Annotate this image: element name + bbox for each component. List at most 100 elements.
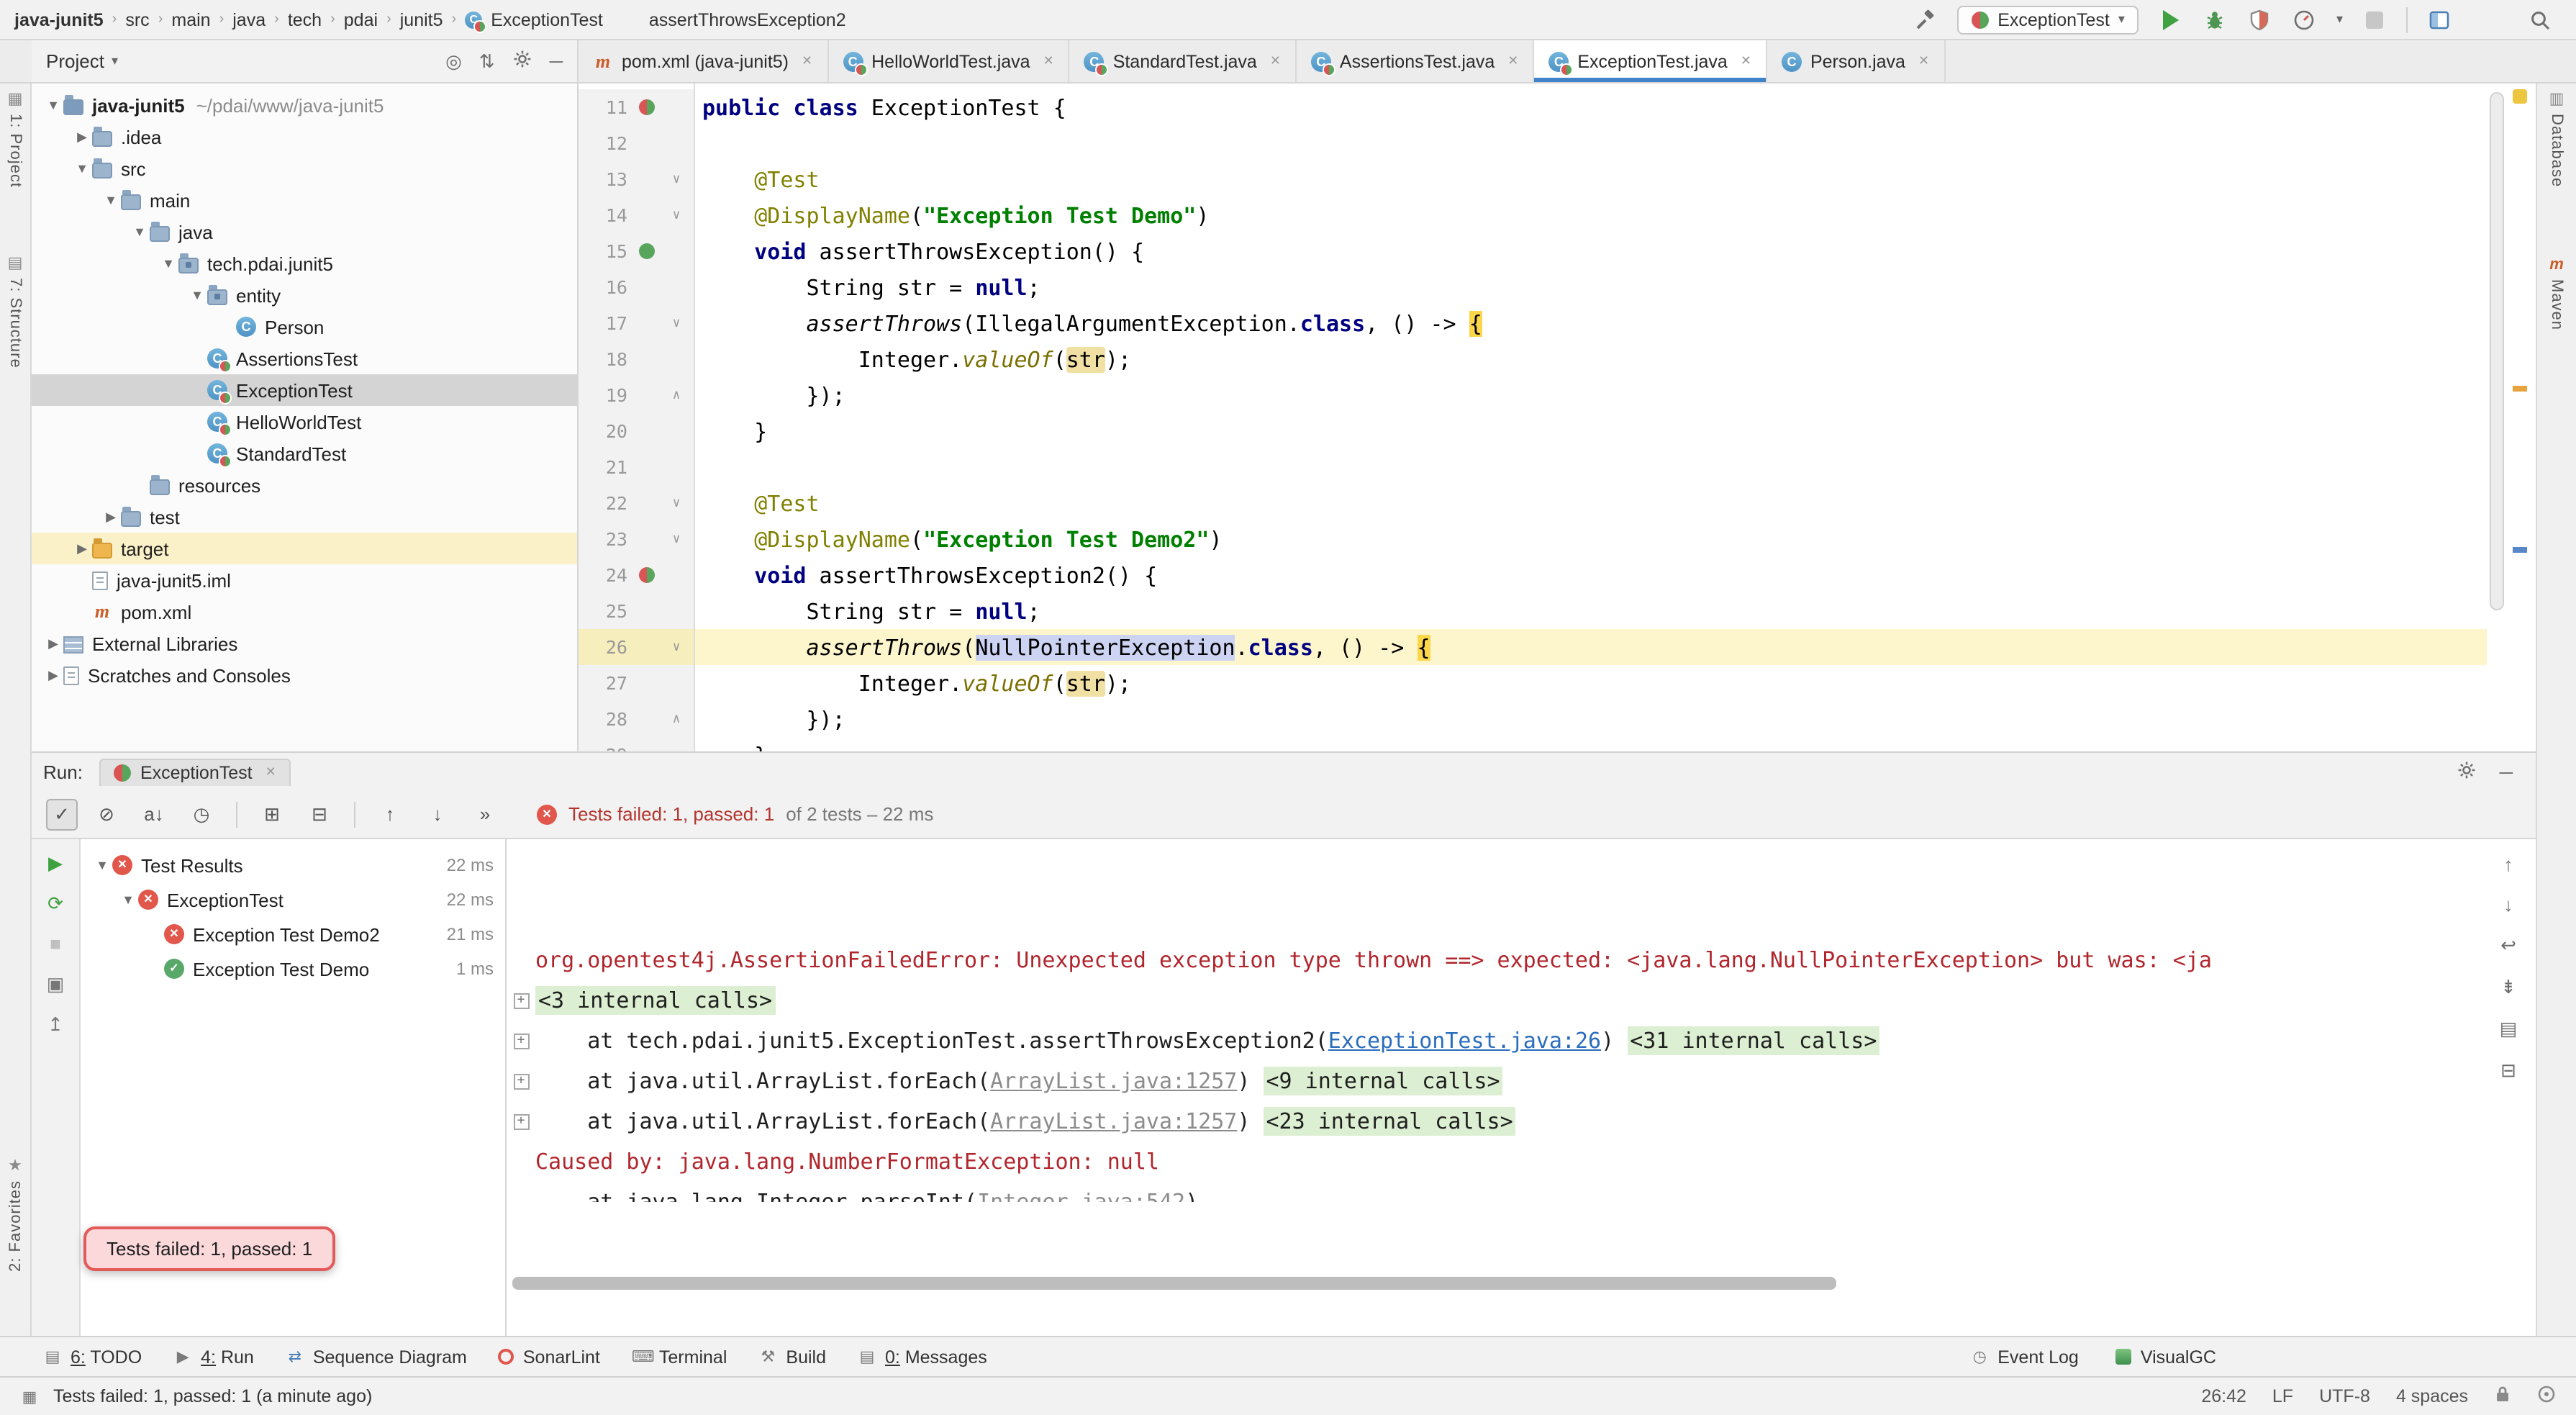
- soft-wrap-button[interactable]: ↩: [2500, 934, 2516, 957]
- editor-tab[interactable]: CAssertionsTest.java✕: [1297, 40, 1534, 82]
- test-console[interactable]: org.opentest4j.AssertionFailedError: Une…: [507, 839, 2481, 1337]
- expand-fold-icon[interactable]: +: [513, 1113, 529, 1129]
- settings-button[interactable]: [512, 49, 532, 73]
- rerun-failed-tests-button[interactable]: ⟳: [47, 894, 63, 913]
- test-history-button[interactable]: ▣: [47, 975, 65, 993]
- project-tree-item[interactable]: ▶.idea: [32, 121, 577, 153]
- project-tree-item[interactable]: ▶Scratches and Consoles: [32, 659, 577, 691]
- profiler-button[interactable]: [2292, 6, 2318, 32]
- breadcrumb-item[interactable]: pdai: [344, 9, 378, 30]
- breadcrumb-item[interactable]: main: [171, 9, 210, 30]
- rerun-tests-button[interactable]: ▶: [48, 854, 63, 872]
- print-button[interactable]: ▤: [2500, 1018, 2518, 1041]
- close-icon[interactable]: ✕: [1507, 53, 1518, 69]
- project-tree-item[interactable]: resources: [32, 469, 577, 501]
- info-stripe-mark[interactable]: [2513, 547, 2527, 553]
- folded-calls[interactable]: <23 internal calls>: [1263, 1107, 1515, 1136]
- close-icon[interactable]: ✕: [1741, 53, 1751, 69]
- close-icon[interactable]: ✕: [802, 53, 812, 69]
- warning-stripe-mark[interactable]: [2513, 386, 2527, 392]
- stacktrace-link[interactable]: ArrayList.java:1257: [990, 1068, 1237, 1094]
- toolwindow-button-visualgc[interactable]: VisualGC: [2116, 1347, 2216, 1367]
- toolwindow-button-build[interactable]: ⚒Build: [758, 1347, 826, 1367]
- toolwindow-button-sonarlint[interactable]: SonarLint: [499, 1347, 600, 1367]
- more-actions-button[interactable]: »: [466, 798, 504, 830]
- caret-position[interactable]: 26:42: [2201, 1386, 2246, 1406]
- toolwindow-button-0-messages[interactable]: ▤0: Messages: [858, 1347, 987, 1367]
- chevron-right-icon[interactable]: ▶: [43, 667, 63, 683]
- scroll-to-end-button[interactable]: ⇟: [2500, 976, 2516, 999]
- fold-collapse-icon[interactable]: ∨: [673, 640, 681, 654]
- run-settings-button[interactable]: [2457, 759, 2477, 784]
- toolstripe-maven[interactable]: m Maven: [2537, 256, 2576, 335]
- project-tree-item[interactable]: ▶test: [32, 501, 577, 533]
- toolstripe-favorites[interactable]: ★ 2: Favorites: [0, 1156, 30, 1276]
- toolstripe-database[interactable]: ▥ Database: [2537, 89, 2576, 191]
- chevron-right-icon[interactable]: ▶: [43, 636, 63, 651]
- fold-collapse-icon[interactable]: ∨: [673, 496, 681, 510]
- stacktrace-link[interactable]: ArrayList.java:1257: [990, 1108, 1237, 1134]
- indent-setting[interactable]: 4 spaces: [2396, 1386, 2468, 1406]
- sort-by-duration-button[interactable]: ◷: [183, 798, 220, 830]
- toolstripe-structure[interactable]: ▤ 7: Structure: [0, 253, 30, 373]
- code-editor[interactable]: 11public class ExceptionTest {1213∨ @Tes…: [579, 83, 2487, 751]
- editor-scrollbar[interactable]: [2490, 92, 2504, 610]
- chevron-down-icon[interactable]: ▼: [43, 98, 63, 112]
- project-tree-item[interactable]: ▼java-junit5~/pdai/www/java-junit5: [32, 89, 577, 121]
- coverage-button[interactable]: [2247, 6, 2273, 32]
- export-test-results-button[interactable]: ↥: [47, 1015, 63, 1034]
- toolwindow-button-event-log[interactable]: ◷Event Log: [1970, 1347, 2079, 1367]
- toolwindow-button-4-run[interactable]: ▶4: Run: [173, 1347, 254, 1367]
- line-ending[interactable]: LF: [2272, 1386, 2293, 1406]
- close-icon[interactable]: ✕: [1918, 53, 1929, 69]
- file-encoding[interactable]: UTF-8: [2319, 1386, 2370, 1406]
- test-tree-item[interactable]: ✓Exception Test Demo1 ms: [81, 951, 505, 986]
- editor-tab[interactable]: CStandardTest.java✕: [1070, 40, 1297, 82]
- toolwindow-button-sequence-diagram[interactable]: ⇄Sequence Diagram: [286, 1347, 467, 1367]
- hide-panel-button[interactable]: ─: [2500, 761, 2513, 782]
- fold-collapse-icon[interactable]: ∨: [673, 532, 681, 546]
- test-tree-item[interactable]: ✕Exception Test Demo221 ms: [81, 917, 505, 951]
- chevron-down-icon[interactable]: ▼: [101, 193, 121, 207]
- project-tree-item[interactable]: ▼java: [32, 216, 577, 248]
- chevron-down-icon[interactable]: ▾: [2336, 12, 2343, 27]
- project-tree-item[interactable]: java-junit5.iml: [32, 564, 577, 596]
- fold-end-icon[interactable]: ∧: [673, 712, 681, 726]
- chevron-down-icon[interactable]: ▼: [118, 892, 138, 907]
- chevron-down-icon[interactable]: ▼: [158, 256, 178, 271]
- debug-button[interactable]: [2203, 6, 2228, 32]
- breadcrumb-method-item[interactable]: assertThrowsException2: [649, 9, 846, 30]
- folded-calls[interactable]: <9 internal calls>: [1263, 1067, 1502, 1095]
- chevron-down-icon[interactable]: ▼: [72, 161, 92, 176]
- down-stacktrace-button[interactable]: ↓: [2504, 894, 2513, 916]
- search-everywhere-button[interactable]: [2527, 6, 2553, 32]
- select-opened-file-button[interactable]: ◎: [445, 50, 462, 73]
- close-icon[interactable]: ✕: [1043, 53, 1054, 69]
- project-tree-item[interactable]: CHelloWorldTest: [32, 406, 577, 438]
- project-tree-item[interactable]: CStandardTest: [32, 438, 577, 469]
- run-test-gutter-icon[interactable]: [638, 567, 654, 583]
- toolwindow-button-6-todo[interactable]: ▤6: TODO: [43, 1347, 142, 1367]
- editor-tab[interactable]: CHelloWorldTest.java✕: [828, 40, 1070, 82]
- breadcrumb-item[interactable]: java-junit5: [14, 9, 104, 30]
- project-tree-item[interactable]: CExceptionTest: [32, 374, 577, 406]
- stop-button[interactable]: ■: [50, 934, 61, 953]
- analyzer-status-icon[interactable]: [2513, 89, 2527, 104]
- project-tree-item[interactable]: ▼tech.pdai.junit5: [32, 248, 577, 279]
- project-tree-item[interactable]: ▶target: [32, 533, 577, 564]
- toolstripe-project[interactable]: ▦ 1: Project: [0, 89, 30, 192]
- folded-calls[interactable]: <31 internal calls>: [1627, 1026, 1879, 1055]
- project-panel-title[interactable]: Project: [46, 50, 104, 72]
- editor-tab[interactable]: CExceptionTest.java✕: [1534, 40, 1767, 82]
- close-icon[interactable]: ✕: [266, 764, 276, 780]
- chevron-down-icon[interactable]: ▼: [130, 225, 150, 239]
- close-icon[interactable]: ✕: [1270, 53, 1281, 69]
- chevron-down-icon[interactable]: ▼: [92, 858, 112, 872]
- show-passed-button[interactable]: ✓: [46, 798, 78, 830]
- collapse-all-button[interactable]: ⇅: [479, 50, 495, 73]
- chevron-right-icon[interactable]: ▶: [101, 509, 121, 525]
- fold-collapse-icon[interactable]: ∨: [673, 172, 681, 186]
- project-tree-item[interactable]: CAssertionsTest: [32, 343, 577, 374]
- editor-tab[interactable]: CPerson.java✕: [1767, 40, 1945, 82]
- sort-alphabetically-button[interactable]: a↓: [135, 798, 173, 830]
